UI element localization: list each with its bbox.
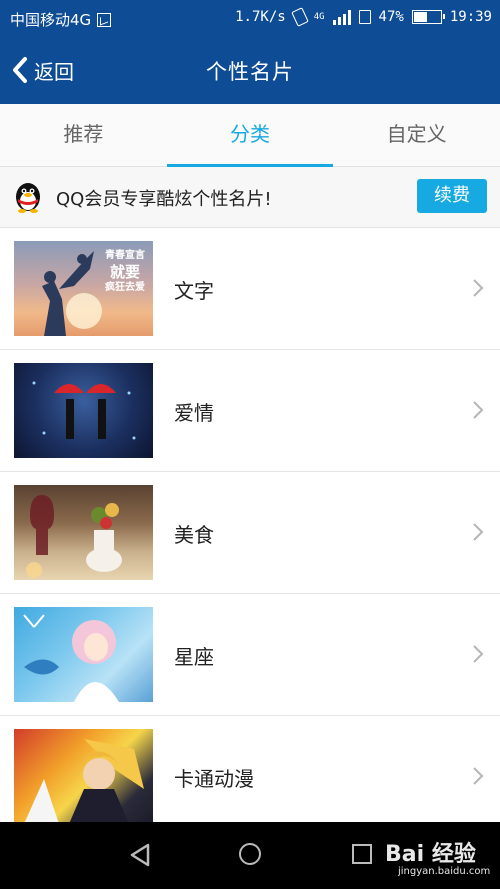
category-label: 美食	[174, 523, 214, 547]
thumbnail-caption-line: 青春宣言	[105, 250, 145, 261]
nav-bar: 返回 个性名片	[0, 36, 500, 104]
watermark-brand: Bai 经验	[385, 842, 476, 867]
battery-percent: 47%	[378, 9, 404, 25]
renew-button[interactable]: 续费	[417, 179, 487, 213]
category-label: 卡通动漫	[174, 767, 254, 791]
carrier-text: 中国移动4G	[10, 11, 92, 29]
network-type: 4G	[313, 12, 325, 22]
chevron-right-icon	[473, 767, 484, 785]
status-bar-right: 1.7K/s 4G 47% 19:39	[235, 7, 492, 27]
lock-icon	[358, 10, 371, 24]
category-thumbnail	[14, 485, 153, 580]
food-table-image	[26, 495, 122, 578]
qq-penguin-icon	[16, 183, 40, 213]
clock: 19:39	[449, 9, 492, 25]
chevron-right-icon	[473, 279, 484, 297]
category-thumbnail	[14, 607, 153, 702]
category-thumbnail: 青春宣言 就要 疯狂去爱	[14, 241, 153, 336]
nav-recent-icon[interactable]	[352, 844, 372, 864]
category-label: 爱情	[174, 401, 214, 425]
vip-promo-banner: QQ会员专享酷炫个性名片! 续费	[0, 167, 500, 228]
chevron-right-icon	[473, 523, 484, 541]
signal-icon	[332, 9, 351, 25]
category-thumbnail	[14, 363, 153, 458]
promo-text: QQ会员专享酷炫个性名片!	[56, 189, 272, 210]
tab-categories[interactable]: 分类	[166, 104, 334, 167]
page-title: 个性名片	[206, 60, 294, 84]
category-item-food[interactable]: 美食	[0, 472, 500, 594]
tab-custom[interactable]: 自定义	[333, 104, 500, 166]
status-bar: 中国移动4G 1.7K/s 4G 47% 19:39	[0, 0, 500, 36]
couple-umbrella-image	[32, 381, 136, 440]
thumbnail-caption-line: 疯狂去爱	[105, 282, 145, 293]
system-nav-bar: Bai 经验 jingyan.baidu.com	[0, 822, 500, 889]
category-item-zodiac[interactable]: 星座	[0, 594, 500, 716]
nav-home-icon[interactable]	[239, 843, 261, 865]
category-label: 星座	[174, 645, 214, 669]
status-bar-left: 中国移动4G	[10, 9, 112, 30]
thumbnail-caption: 青春宣言 就要 疯狂去爱	[105, 249, 145, 295]
battery-fill	[413, 12, 427, 22]
watermark-url: jingyan.baidu.com	[398, 866, 491, 877]
category-item-cartoon[interactable]: 卡通动漫	[0, 716, 500, 838]
anime-zodiac-image	[23, 614, 119, 702]
chevron-right-icon	[473, 401, 484, 419]
category-label: 文字	[174, 279, 214, 303]
category-thumbnail	[14, 729, 153, 824]
nav-back-icon[interactable]	[128, 842, 152, 868]
anime-character-image	[24, 739, 144, 824]
tab-recommended[interactable]: 推荐	[0, 104, 167, 166]
tab-bar: 推荐 分类 自定义	[0, 104, 500, 167]
sim-icon	[97, 12, 112, 27]
category-list: 青春宣言 就要 疯狂去爱 文字 爱情 美食 星座 卡通动漫	[0, 228, 500, 838]
network-speed: 1.7K/s	[235, 9, 286, 25]
category-item-love[interactable]: 爱情	[0, 350, 500, 472]
category-item-text[interactable]: 青春宣言 就要 疯狂去爱 文字	[0, 228, 500, 350]
battery-icon	[411, 10, 445, 24]
chevron-right-icon	[473, 645, 484, 663]
vibrate-icon	[290, 7, 309, 27]
thumbnail-caption-line: 就要	[109, 263, 140, 281]
